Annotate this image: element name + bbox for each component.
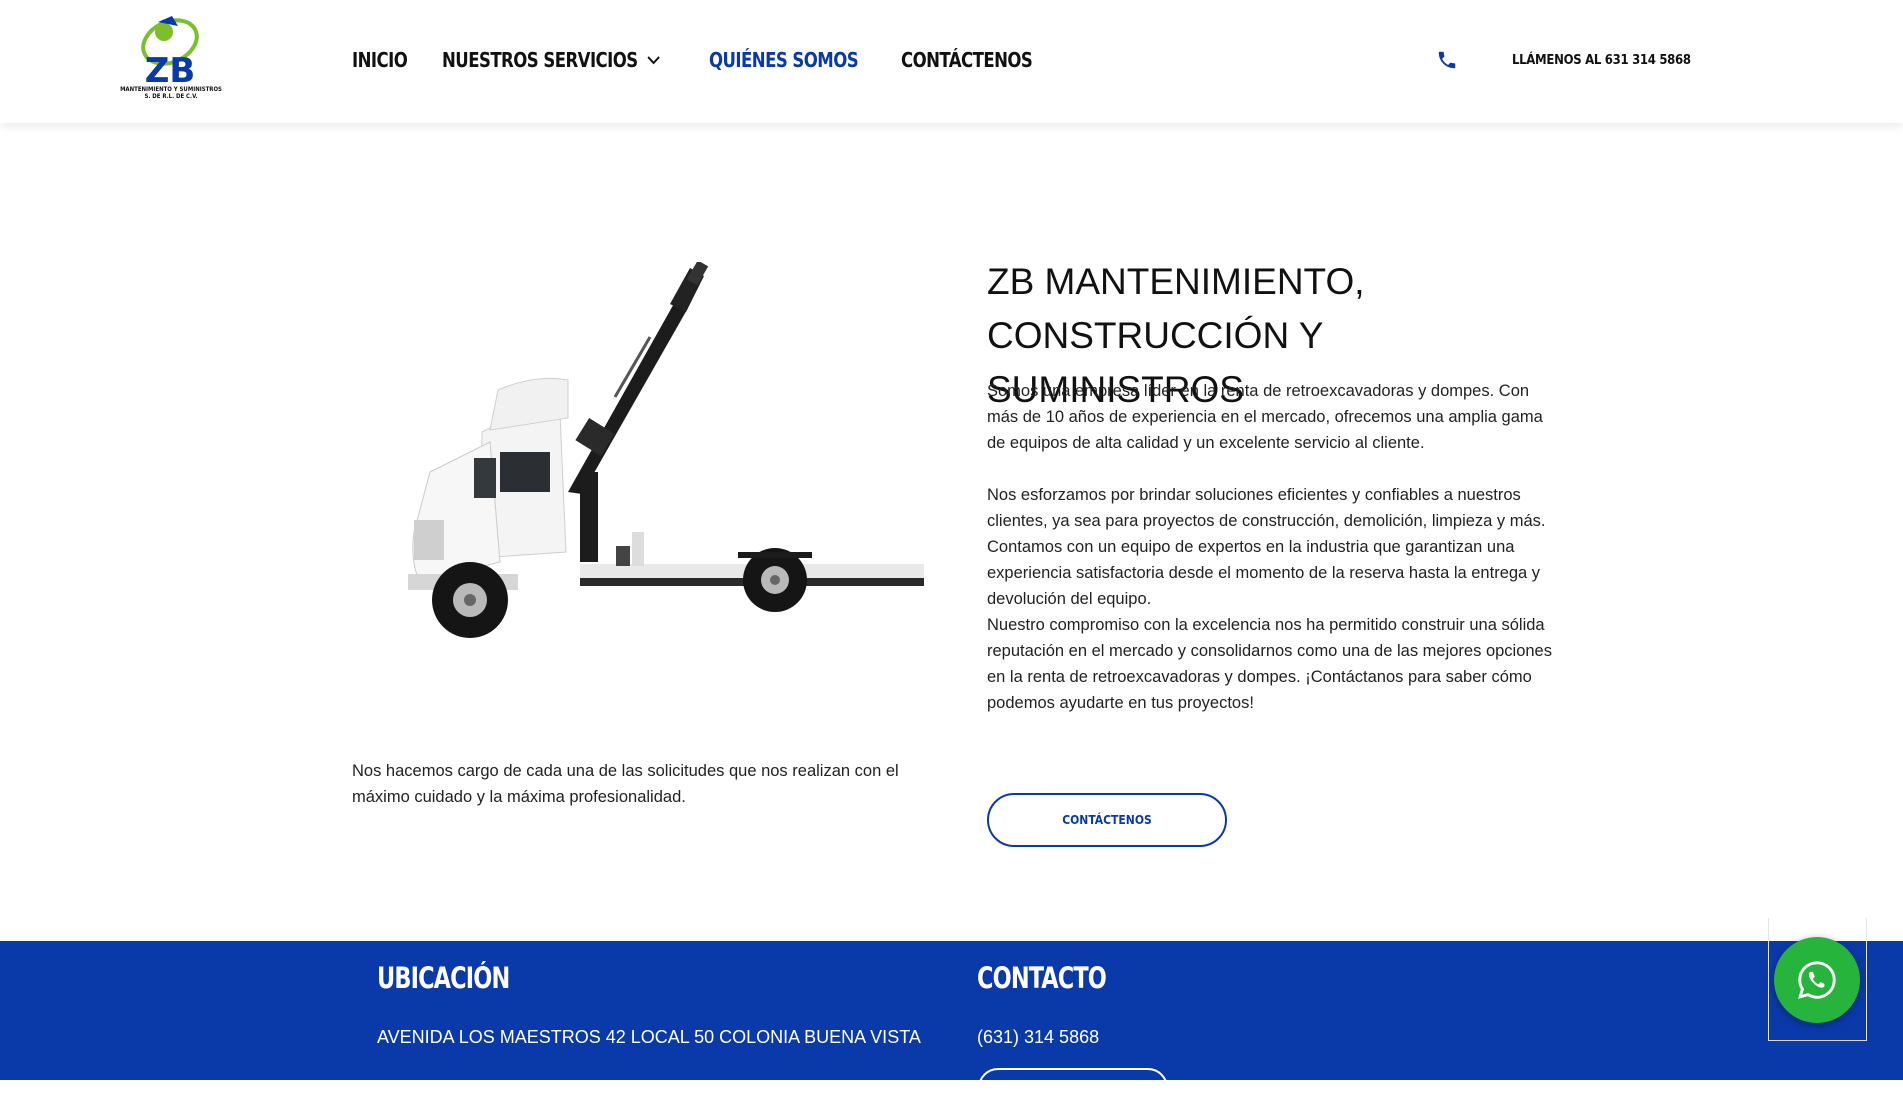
footer-phone[interactable]: (631) 314 5868 bbox=[977, 1027, 1099, 1048]
whatsapp-icon bbox=[1798, 961, 1836, 999]
company-logo[interactable]: ZB MANTENIMIENTO Y SUMINISTROS S. DE R.L… bbox=[120, 12, 222, 107]
nav-inicio[interactable]: INICIO bbox=[352, 48, 408, 72]
nav-quienes-somos[interactable]: QUIÉNES SOMOS bbox=[709, 48, 859, 72]
about-paragraph: Nuestro compromiso con la excelencia nos… bbox=[987, 616, 1552, 712]
location-heading: UBICACIÓN bbox=[377, 961, 510, 995]
whatsapp-button[interactable] bbox=[1774, 937, 1860, 1023]
nav-nuestros-servicios-label: NUESTROS SERVICIOS bbox=[442, 48, 638, 72]
site-footer: UBICACIÓN AVENIDA LOS MAESTROS 42 LOCAL … bbox=[0, 941, 1903, 1108]
about-paragraph: Nos esforzamos por brindar soluciones ef… bbox=[987, 486, 1546, 608]
crane-truck-image bbox=[408, 262, 924, 638]
site-header: ZB MANTENIMIENTO Y SUMINISTROS S. DE R.L… bbox=[0, 0, 1903, 123]
svg-text:ZB: ZB bbox=[145, 51, 196, 87]
main-nav: INICIO NUESTROS SERVICIOS QUIÉNES SOMOS … bbox=[352, 48, 1073, 72]
contact-heading: CONTACTO bbox=[977, 961, 1107, 995]
logo-caption: MANTENIMIENTO Y SUMINISTROS S. DE R.L. D… bbox=[120, 86, 222, 100]
nav-nuestros-servicios[interactable]: NUESTROS SERVICIOS bbox=[442, 48, 660, 72]
page-title-line1: ZB MANTENIMIENTO, bbox=[987, 260, 1365, 302]
service-note: Nos hacemos cargo de cada una de las sol… bbox=[352, 762, 899, 806]
about-paragraph: Somos una empresa líder en la renta de r… bbox=[987, 382, 1543, 452]
phone-callout[interactable]: LLÁMENOS AL 631 314 5868 bbox=[1512, 53, 1691, 68]
contact-button[interactable]: CONTÁCTENOS bbox=[987, 793, 1227, 847]
chevron-down-icon bbox=[647, 55, 660, 64]
footer-button[interactable] bbox=[978, 1068, 1168, 1108]
address-text: AVENIDA LOS MAESTROS 42 LOCAL 50 COLONIA… bbox=[377, 1027, 921, 1047]
logo-emblem: ZB bbox=[141, 16, 199, 91]
about-text: Somos una empresa líder en la renta de r… bbox=[987, 378, 1557, 716]
phone-icon[interactable] bbox=[1436, 49, 1458, 71]
nav-contactenos[interactable]: CONTÁCTENOS bbox=[901, 48, 1033, 72]
